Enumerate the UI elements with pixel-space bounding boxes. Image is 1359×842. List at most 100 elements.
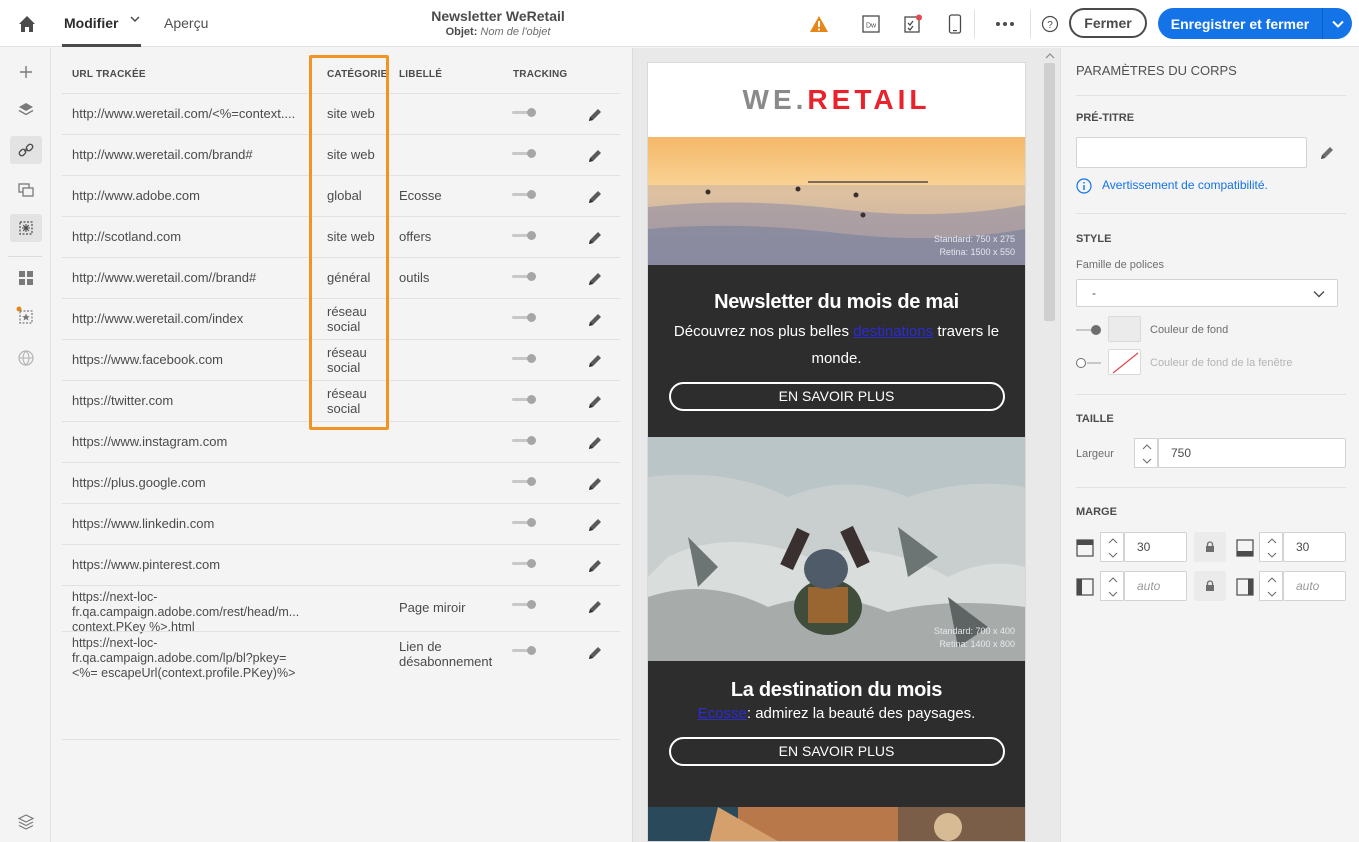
more-icon[interactable] [993,12,1017,36]
tracking-toggle[interactable] [512,518,538,528]
tracking-toggle[interactable] [512,477,538,487]
tracking-toggle[interactable] [512,149,538,159]
lock-icon[interactable] [1194,571,1226,601]
tracking-toggle[interactable] [512,108,538,118]
margin-bottom-stepper[interactable] [1259,532,1283,562]
lock-icon[interactable] [1194,532,1226,562]
globe-icon[interactable] [10,344,42,372]
learn-more-button[interactable]: EN SAVOIR PLUS [668,382,1005,411]
layers-stack-icon[interactable] [10,808,42,836]
margin-left-stepper[interactable] [1100,571,1124,601]
dreamweaver-icon[interactable]: Dw [859,12,883,36]
bg-color-label: Couleur de fond [1150,324,1229,336]
link-icon[interactable] [10,136,42,164]
home-icon[interactable] [16,13,38,35]
pencil-icon[interactable] [586,147,604,165]
tracking-toggle[interactable] [512,600,538,610]
pencil-icon[interactable] [586,644,604,662]
svg-text:?: ? [1047,20,1053,31]
pencil-icon[interactable] [586,352,604,370]
tracking-toggle[interactable] [512,313,538,323]
column-header-label[interactable]: LIBELLÉ [399,69,442,80]
pencil-icon[interactable] [586,106,604,124]
margin-top-stepper[interactable] [1100,532,1124,562]
table-row[interactable]: https://www.pinterest.com [62,544,620,585]
bg-color-toggle[interactable] [1076,325,1102,335]
pencil-icon[interactable] [1318,144,1336,162]
margin-right-input[interactable]: auto [1283,571,1346,601]
tracking-toggle[interactable] [512,190,538,200]
personalization-icon[interactable] [10,214,42,242]
pencil-icon[interactable] [586,516,604,534]
margin-left-value: auto [1137,579,1161,593]
window-bg-color-toggle[interactable] [1076,358,1102,368]
font-family-select[interactable]: - [1076,279,1338,307]
pencil-icon[interactable] [586,311,604,329]
panel-title: PARAMÈTRES DU CORPS [1076,63,1237,78]
tracking-toggle[interactable] [512,646,538,656]
column-header-url[interactable]: URL TRACKÉE [72,69,146,80]
tracking-toggle[interactable] [512,559,538,569]
layers-icon[interactable] [10,96,42,124]
panel-divider [1076,394,1346,395]
page-title: Newsletter WeRetail [431,8,565,24]
scrollbar-thumb[interactable] [1044,63,1055,321]
pencil-icon[interactable] [586,393,604,411]
pencil-icon[interactable] [586,557,604,575]
block-title: La destination du mois [730,679,943,701]
table-row[interactable]: https://next-loc-fr.qa.campaign.adobe.co… [62,585,620,634]
pencil-icon[interactable] [586,229,604,247]
pencil-icon[interactable] [586,475,604,493]
checklist-icon[interactable] [901,12,925,36]
compatibility-warning-link[interactable]: Avertissement de compatibilité. [1102,178,1268,192]
learn-more-button[interactable]: EN SAVOIR PLUS [668,737,1005,766]
tracking-toggle[interactable] [512,436,538,446]
pencil-icon[interactable] [586,598,604,616]
block-text: Ecosse: admirez la beauté des paysages. [648,704,1025,724]
structure-icon[interactable] [10,264,42,292]
tracking-toggle[interactable] [512,395,538,405]
url-label: Page miroir [399,600,466,615]
save-options-button[interactable] [1322,8,1352,39]
destination-block: La destination du mois Ecosse: admirez l… [648,661,1025,807]
fragment-icon[interactable] [10,302,42,330]
subject-value: Nom de l'objet [480,26,551,38]
save-and-close-button[interactable]: Enregistrer et fermer [1158,8,1322,39]
subject-line: Objet: Nom de l'objet [398,26,598,38]
ecosse-link[interactable]: Ecosse [698,705,747,722]
pretitle-input[interactable] [1076,137,1307,168]
tracked-url: https://www.instagram.com [72,434,228,449]
chevron-down-icon[interactable] [130,14,140,27]
margin-right-value: auto [1296,579,1320,593]
bg-color-swatch[interactable] [1108,316,1141,342]
window-bg-color-swatch[interactable] [1108,349,1141,375]
help-icon[interactable]: ? [1038,12,1062,36]
width-input[interactable]: 750 [1158,438,1346,468]
tracking-toggle[interactable] [512,272,538,282]
margin-top-input[interactable]: 30 [1124,532,1187,562]
close-button[interactable]: Fermer [1069,8,1147,38]
tracking-toggle[interactable] [512,354,538,364]
pencil-icon[interactable] [586,434,604,452]
column-header-tracking[interactable]: TRACKING [513,69,567,80]
table-row[interactable]: https://www.linkedin.com [62,503,620,544]
pencil-icon[interactable] [586,270,604,288]
margin-right-stepper[interactable] [1259,571,1283,601]
table-bottom-border [62,739,620,740]
images-icon[interactable] [10,176,42,204]
weretail-logo: WE. RETAIL [648,63,1025,137]
table-row[interactable]: https://plus.google.com [62,462,620,503]
destinations-link[interactable]: destinations [853,323,933,340]
pencil-icon[interactable] [586,188,604,206]
add-icon[interactable] [10,58,42,86]
margin-left-input[interactable]: auto [1124,571,1187,601]
margin-bottom-input[interactable]: 30 [1283,532,1346,562]
tab-apercu[interactable]: Aperçu [164,15,208,31]
table-row[interactable]: https://next-loc-fr.qa.campaign.adobe.co… [62,631,620,680]
panel-divider [1076,487,1346,488]
tracking-toggle[interactable] [512,231,538,241]
tab-modifier[interactable]: Modifier [64,15,118,31]
warning-icon[interactable] [807,12,831,36]
mobile-preview-icon[interactable] [943,12,967,36]
width-stepper[interactable] [1134,438,1158,468]
